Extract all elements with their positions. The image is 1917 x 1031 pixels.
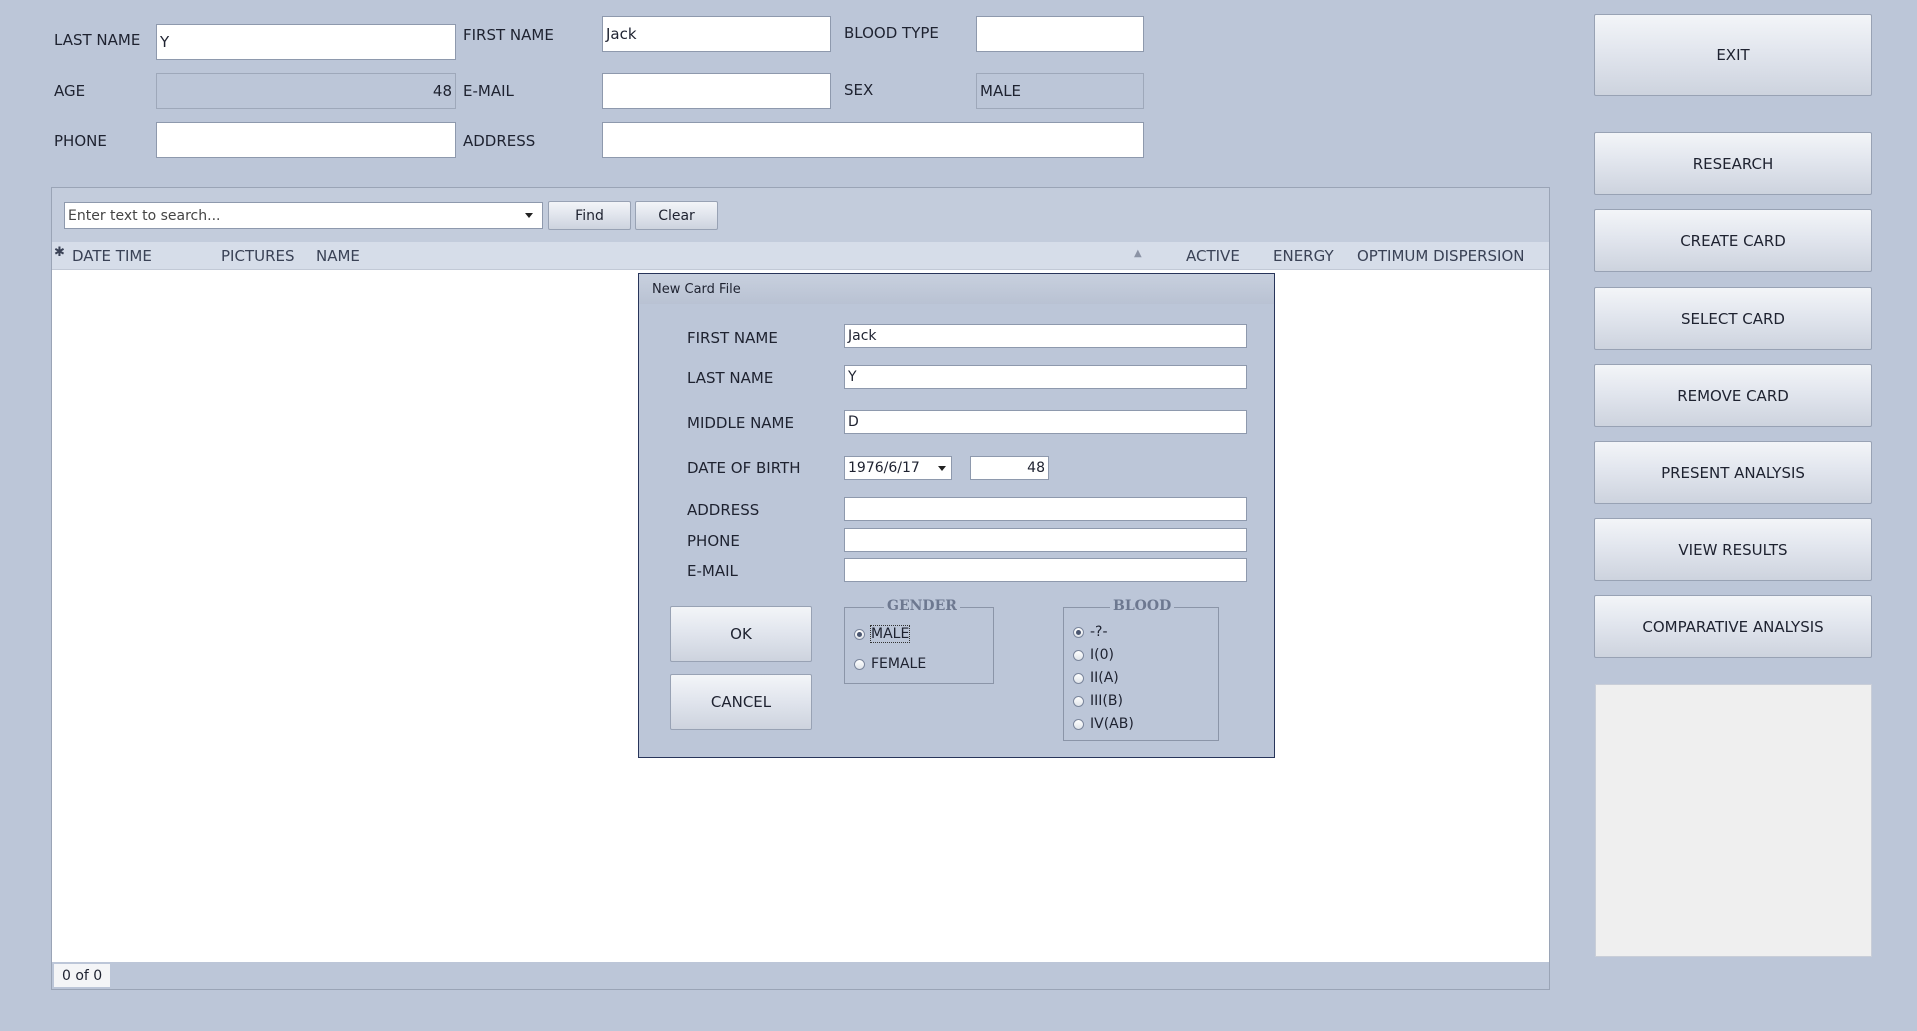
column-name[interactable]: NAME [316, 247, 360, 265]
pager-count: 0 of 0 [54, 964, 111, 987]
radio-icon [1073, 649, 1084, 661]
sort-asc-icon: ▲ [1134, 248, 1142, 259]
dlg-middle-name-label: MIDDLE NAME [687, 414, 794, 432]
dlg-email-field[interactable] [844, 558, 1247, 582]
phone-field[interactable] [156, 122, 456, 158]
blood-unknown-radio[interactable]: -?- [1073, 624, 1108, 640]
gender-group: GENDER MALE FEMALE [844, 598, 994, 684]
find-button[interactable]: Find [548, 201, 631, 230]
blood-type-label: BLOOD TYPE [844, 24, 939, 42]
age-label: AGE [54, 82, 86, 100]
sex-label: SEX [844, 81, 874, 99]
radio-selected-icon [854, 628, 865, 640]
phone-label: PHONE [54, 132, 107, 150]
gender-female-label: FEMALE [871, 656, 927, 672]
blood-unknown-label: -?- [1090, 624, 1108, 640]
dialog-titlebar[interactable]: New Card File [639, 274, 1274, 304]
blood-iia-label: II(A) [1090, 670, 1119, 686]
cancel-button[interactable]: CANCEL [670, 674, 812, 730]
blood-ivab-radio[interactable]: IV(AB) [1073, 716, 1134, 732]
radio-icon [1073, 672, 1084, 684]
dlg-phone-label: PHONE [687, 532, 740, 550]
blood-iia-radio[interactable]: II(A) [1073, 670, 1119, 686]
research-button[interactable]: RESEARCH [1594, 132, 1872, 195]
sex-field: MALE [976, 73, 1144, 109]
dlg-first-name-field[interactable]: Jack [844, 324, 1247, 348]
column-energy[interactable]: ENERGY [1273, 247, 1334, 265]
blood-group: BLOOD -?- I(0) II(A) III(B) IV(AB) [1063, 598, 1219, 741]
select-card-button[interactable]: SELECT CARD [1594, 287, 1872, 350]
radio-icon [1073, 695, 1084, 707]
first-name-field[interactable]: Jack [602, 16, 831, 52]
dlg-first-name-label: FIRST NAME [687, 329, 778, 347]
radio-selected-icon [1073, 626, 1084, 638]
column-pictures[interactable]: PICTURES [221, 247, 295, 265]
radio-icon [1073, 718, 1084, 730]
column-date-time[interactable]: DATE TIME [72, 247, 152, 265]
dialog-body: FIRST NAME Jack LAST NAME Y MIDDLE NAME … [645, 304, 1268, 751]
dlg-address-label: ADDRESS [687, 501, 760, 519]
last-name-field[interactable]: Y [156, 24, 456, 60]
blood-i0-label: I(0) [1090, 647, 1114, 663]
gender-male-radio[interactable]: MALE [854, 625, 911, 643]
gender-group-title: GENDER [884, 598, 960, 614]
blood-group-title: BLOOD [1110, 598, 1175, 614]
blood-type-field[interactable] [976, 16, 1144, 52]
dlg-email-label: E-MAIL [687, 562, 738, 580]
search-input[interactable]: Enter text to search... [64, 202, 543, 229]
column-active[interactable]: ACTIVE [1186, 247, 1240, 265]
ok-button[interactable]: OK [670, 606, 812, 662]
address-label: ADDRESS [463, 132, 536, 150]
blood-ivab-label: IV(AB) [1090, 716, 1134, 732]
address-field[interactable] [602, 122, 1144, 158]
asterisk-icon: ✱ [54, 245, 65, 260]
blood-iiib-radio[interactable]: III(B) [1073, 693, 1123, 709]
remove-card-button[interactable]: REMOVE CARD [1594, 364, 1872, 427]
dlg-last-name-field[interactable]: Y [844, 365, 1247, 389]
age-field: 48 [156, 73, 456, 109]
new-card-dialog: New Card File FIRST NAME Jack LAST NAME … [638, 273, 1275, 758]
comparative-analysis-button[interactable]: COMPARATIVE ANALYSIS [1594, 595, 1872, 658]
dob-picker[interactable]: 1976/6/17 [844, 456, 952, 480]
blood-i0-radio[interactable]: I(0) [1073, 647, 1114, 663]
last-name-label: LAST NAME [54, 31, 141, 49]
gender-male-label: MALE [869, 625, 911, 643]
clear-button[interactable]: Clear [635, 201, 718, 230]
dlg-address-field[interactable] [844, 497, 1247, 521]
chevron-down-icon[interactable] [525, 213, 533, 218]
dlg-middle-name-field[interactable]: D [844, 410, 1247, 434]
grid-column-header: ✱ DATE TIME PICTURES NAME ▲ ACTIVE ENERG… [52, 242, 1549, 270]
present-analysis-button[interactable]: PRESENT ANALYSIS [1594, 441, 1872, 504]
grid-toolbar: Enter text to search... Find Clear [52, 188, 1549, 242]
create-card-button[interactable]: CREATE CARD [1594, 209, 1872, 272]
email-label: E-MAIL [463, 82, 514, 100]
chevron-down-icon[interactable] [938, 466, 946, 471]
gender-female-radio[interactable]: FEMALE [854, 656, 926, 672]
grid-statusbar: 0 of 0 [52, 962, 1549, 989]
first-name-label: FIRST NAME [463, 26, 554, 44]
dlg-dob-label: DATE OF BIRTH [687, 459, 801, 477]
dlg-age-field: 48 [970, 456, 1049, 480]
preview-area [1595, 684, 1872, 957]
dlg-last-name-label: LAST NAME [687, 369, 774, 387]
exit-button[interactable]: EXIT [1594, 14, 1872, 96]
email-field[interactable] [602, 73, 831, 109]
column-optimum-dispersion[interactable]: OPTIMUM DISPERSION [1357, 247, 1524, 265]
blood-iiib-label: III(B) [1090, 693, 1123, 709]
view-results-button[interactable]: VIEW RESULTS [1594, 518, 1872, 581]
radio-icon [854, 658, 865, 670]
dlg-phone-field[interactable] [844, 528, 1247, 552]
dialog-title: New Card File [652, 282, 741, 297]
